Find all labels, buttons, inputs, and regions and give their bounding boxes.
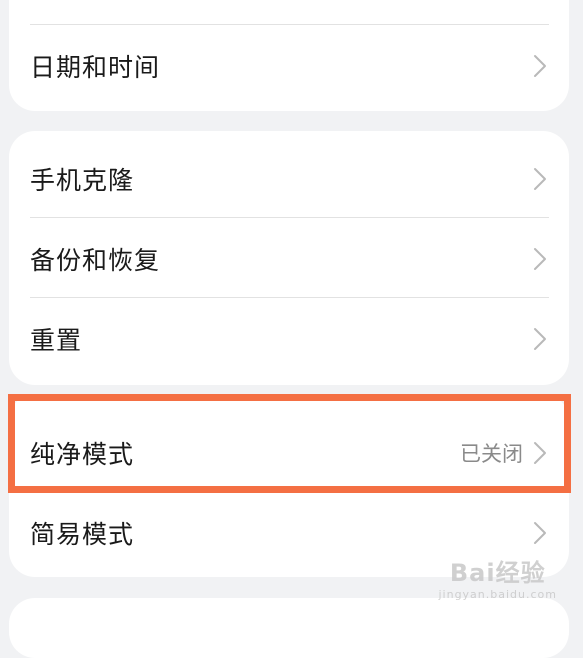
settings-item-label: 简易模式 xyxy=(30,520,135,549)
settings-group-system: 手机克隆 备份和恢复 重置 xyxy=(9,131,569,385)
settings-item-label: 日期和时间 xyxy=(30,53,161,82)
chevron-right-icon xyxy=(533,167,547,191)
chevron-right-icon xyxy=(533,327,547,351)
chevron-right-icon xyxy=(533,521,547,545)
settings-item-clipped[interactable] xyxy=(9,0,569,30)
divider xyxy=(30,24,549,25)
settings-item-date-time[interactable]: 日期和时间 xyxy=(9,27,569,105)
settings-item-reset[interactable]: 重置 xyxy=(9,300,569,378)
settings-item-phone-clone[interactable]: 手机克隆 xyxy=(9,140,569,218)
watermark: Bai经验 jingyan.baidu.com xyxy=(438,553,557,601)
watermark-brand: Bai经验 xyxy=(449,559,546,587)
settings-item-label: 纯净模式 xyxy=(30,440,135,469)
pure-mode-status: 已关闭 xyxy=(460,442,523,466)
settings-item-label: 手机克隆 xyxy=(30,166,135,195)
watermark-url: jingyan.baidu.com xyxy=(438,588,557,601)
settings-group-modes: 纯净模式 已关闭 简易模式 xyxy=(9,394,569,577)
settings-item-label: 重置 xyxy=(30,326,83,355)
settings-item-pure-mode[interactable]: 纯净模式 已关闭 xyxy=(9,414,569,492)
chevron-right-icon xyxy=(533,441,547,465)
settings-group-general: 日期和时间 xyxy=(9,0,569,111)
settings-item-backup-restore[interactable]: 备份和恢复 xyxy=(9,220,569,298)
settings-item-label: 备份和恢复 xyxy=(30,246,161,275)
divider xyxy=(30,217,549,218)
chevron-right-icon xyxy=(533,54,547,78)
divider xyxy=(30,297,549,298)
chevron-right-icon xyxy=(533,247,547,271)
settings-group-next xyxy=(9,598,569,658)
